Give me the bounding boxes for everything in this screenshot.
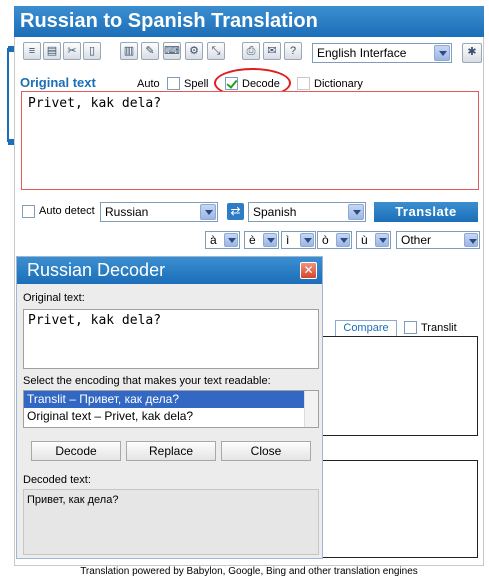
swap-languages-button[interactable]: ⇄ — [227, 203, 244, 220]
trash-icon[interactable]: ▯ — [83, 42, 101, 60]
original-text-label: Original text — [20, 75, 96, 90]
chevron-down-icon — [375, 233, 389, 247]
bracket-dot-bottom — [8, 139, 14, 145]
help-icon[interactable]: ? — [284, 42, 302, 60]
translate-button[interactable]: Translate — [374, 202, 478, 222]
accent-u-select[interactable]: ù — [356, 231, 391, 249]
replace-button[interactable]: Replace — [126, 441, 216, 461]
tab-compare[interactable]: Compare — [335, 320, 397, 336]
printer-icon[interactable]: ⎙ — [242, 42, 260, 60]
accent-i-value: ì — [286, 233, 290, 247]
settings-icon[interactable]: ✱ — [462, 43, 482, 63]
accent-e-select[interactable]: è — [244, 231, 279, 249]
app-title: Russian to Spanish Translation — [14, 6, 484, 37]
accent-i-select[interactable]: ì — [281, 231, 316, 249]
accent-o-select[interactable]: ò — [317, 231, 352, 249]
spell-label: Spell — [184, 78, 209, 90]
encoding-option-translit[interactable]: Translit – Привет, как дела? — [24, 391, 318, 408]
interface-select-value: English Interface — [317, 46, 407, 60]
dialog-title: Russian Decoder — [17, 257, 322, 284]
auto-detect-checkbox[interactable] — [22, 205, 35, 218]
accent-a-select[interactable]: à — [205, 231, 240, 249]
dictionary-label: Dictionary — [314, 78, 363, 90]
encoding-prompt: Select the encoding that makes your text… — [23, 375, 271, 387]
mail-icon[interactable]: ✉ — [263, 42, 281, 60]
chevron-down-icon — [464, 233, 478, 247]
cut-icon[interactable]: ✂ — [63, 42, 81, 60]
encoding-option-original[interactable]: Original text – Privet, kak dela? — [24, 408, 318, 425]
chevron-down-icon — [200, 204, 216, 220]
print-icon[interactable]: ▤ — [43, 42, 61, 60]
source-language-value: Russian — [105, 205, 149, 219]
translation-output-box[interactable] — [320, 336, 478, 436]
dictionary-checkbox[interactable] — [297, 77, 310, 90]
translit-label: Translit — [421, 322, 457, 334]
russian-decoder-dialog: Russian Decoder ✕ Original text: Privet,… — [16, 256, 323, 559]
dialog-original-input[interactable]: Privet, kak dela? — [23, 309, 319, 369]
translit-checkbox[interactable] — [404, 321, 417, 334]
accent-a-value: à — [210, 233, 217, 247]
auto-detect-label: Auto detect — [39, 205, 95, 217]
other-select-value: Other — [401, 233, 432, 247]
chevron-down-icon — [263, 233, 277, 247]
book-icon[interactable]: ▥ — [120, 42, 138, 60]
listbox-scrollbar[interactable] — [304, 391, 318, 427]
notepad-icon[interactable]: ≡ — [23, 42, 41, 60]
reverse-translation-box[interactable] — [320, 460, 478, 558]
accent-u-value: ù — [361, 233, 368, 247]
tools-icon[interactable]: ⚙ — [185, 42, 203, 60]
keyboard-icon[interactable]: ⌨ — [163, 42, 181, 60]
target-language-value: Spanish — [253, 205, 297, 219]
decode-button[interactable]: Decode — [31, 441, 121, 461]
accent-o-value: ò — [322, 233, 329, 247]
other-select[interactable]: Other — [396, 231, 480, 249]
spellcheck-icon[interactable]: ✎ — [141, 42, 159, 60]
decoded-text-label: Decoded text: — [23, 474, 91, 486]
accent-e-value: è — [249, 233, 256, 247]
resize-icon[interactable]: ⤡ — [207, 42, 225, 60]
chevron-down-icon — [336, 233, 350, 247]
footer-text: Translation powered by Babylon, Google, … — [80, 566, 418, 577]
interface-select[interactable]: English Interface — [312, 43, 452, 63]
bracket-dot-top — [8, 46, 14, 52]
chevron-down-icon — [300, 233, 314, 247]
close-button[interactable]: Close — [221, 441, 311, 461]
chevron-down-icon — [348, 204, 364, 220]
dialog-original-label: Original text: — [23, 292, 85, 304]
encoding-listbox[interactable]: Translit – Привет, как дела? Original te… — [23, 390, 319, 428]
original-text-input[interactable]: Privet, kak dela? — [21, 91, 479, 190]
panel-bracket — [7, 48, 13, 142]
source-language-select[interactable]: Russian — [100, 202, 218, 222]
chevron-down-icon — [224, 233, 238, 247]
chevron-down-icon — [434, 45, 450, 61]
decoded-text-output: Привет, как дела? — [23, 489, 319, 555]
auto-label: Auto — [137, 78, 160, 90]
close-icon[interactable]: ✕ — [300, 262, 317, 279]
target-language-select[interactable]: Spanish — [248, 202, 366, 222]
spell-checkbox[interactable] — [167, 77, 180, 90]
